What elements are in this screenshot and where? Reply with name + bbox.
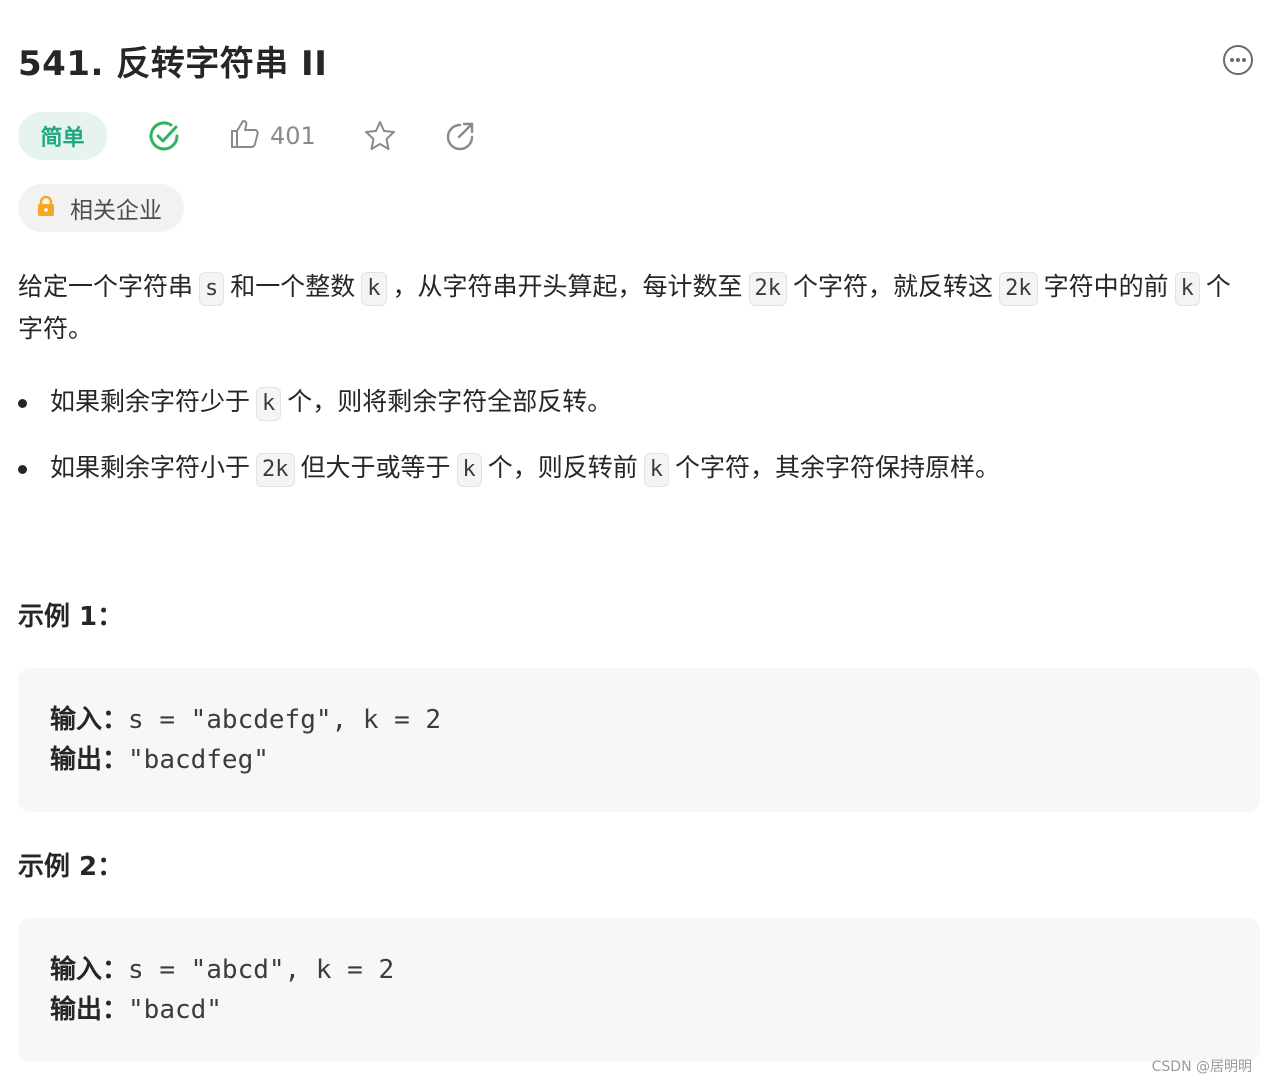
example-1-box: 输入：s = "abcdefg", k = 2 输出："bacdfeg"	[18, 668, 1260, 812]
inline-code: 2k	[748, 272, 788, 306]
inline-code: k	[1174, 272, 1200, 306]
problem-title: 541. 反转字符串 II	[18, 44, 328, 84]
input-label: 输入：	[50, 705, 129, 735]
desc-text: 给定一个字符串	[18, 272, 194, 301]
desc-text: 个字符，就反转这	[793, 272, 994, 301]
example-input: s = "abcd", k = 2	[128, 955, 395, 985]
share-icon[interactable]	[442, 118, 478, 154]
example-1-title: 示例 1：	[18, 602, 124, 632]
inline-code: 2k	[256, 453, 295, 487]
related-companies-label: 相关企业	[70, 198, 162, 224]
inline-code: k	[361, 272, 387, 306]
related-companies-button[interactable]: 相关企业	[18, 184, 184, 232]
like-button[interactable]: 401	[228, 112, 316, 160]
like-count: 401	[270, 122, 316, 150]
example-output: "bacdfeg"	[128, 745, 269, 775]
desc-text: 字符中的前	[1043, 272, 1169, 301]
inline-code: 2k	[999, 272, 1038, 306]
thumbs-up-icon	[228, 117, 262, 155]
inline-code: k	[256, 387, 282, 421]
example-2-box: 输入：s = "abcd", k = 2 输出："bacd"	[18, 918, 1260, 1062]
desc-text: ，从字符串开头算起，每计数至	[392, 272, 743, 301]
check-circle-icon[interactable]	[146, 118, 182, 154]
inline-code: k	[643, 453, 670, 487]
input-label: 输入：	[50, 955, 129, 985]
example-input: s = "abcdefg", k = 2	[128, 705, 442, 735]
star-icon[interactable]	[362, 118, 398, 154]
example-2-title: 示例 2：	[18, 852, 124, 882]
output-label: 输出：	[50, 995, 129, 1025]
list-item: 如果剩余字符少于 k 个，则将剩余字符全部反转。	[18, 380, 1248, 424]
inline-code: k	[456, 453, 482, 487]
difficulty-badge: 简单	[18, 112, 107, 160]
more-icon[interactable]	[1222, 44, 1254, 76]
desc-text: 和一个整数	[230, 272, 356, 301]
problem-description: 给定一个字符串 s 和一个整数 k ，从字符串开头算起，每计数至 2k 个字符，就反转这 2k…	[18, 266, 1248, 350]
output-label: 输出：	[50, 745, 129, 775]
example-output: "bacd"	[128, 995, 222, 1025]
list-item: 如果剩余字符小于 2k 但大于或等于 k 个，则反转前 k 个字符，其余字符保持原样。	[18, 446, 1248, 490]
rules-list: 如果剩余字符少于 k 个，则将剩余字符全部反转。 如果剩余字符小于 2k 但大于或等于 k…	[18, 380, 1248, 512]
inline-code: s	[199, 272, 225, 306]
watermark: CSDN @居明明	[1151, 1059, 1252, 1075]
lock-icon	[36, 195, 56, 221]
